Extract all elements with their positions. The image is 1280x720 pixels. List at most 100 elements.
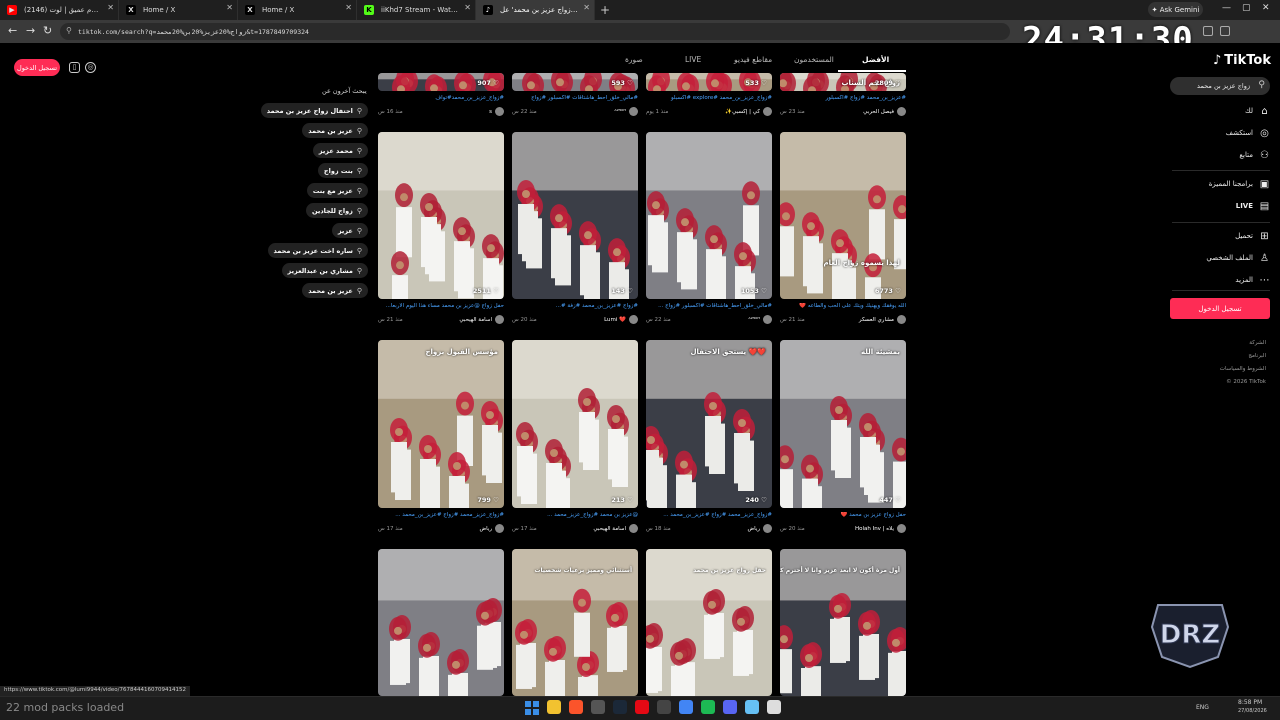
video-thumbnail[interactable]: 213 ♡	[512, 340, 638, 508]
video-thumbnail[interactable]: حفل زواج عزيز بن محمد	[646, 549, 772, 696]
author[interactable]: رياض	[747, 524, 772, 533]
browser-icon[interactable]	[767, 700, 781, 714]
video-caption[interactable]: حفل زواج عزيز بن محمد ❤️	[780, 512, 907, 518]
obs-icon[interactable]	[591, 700, 605, 714]
phone-icon[interactable]: ▯	[69, 62, 80, 73]
nav-item[interactable]: استكشف ◎	[1190, 126, 1270, 140]
close-tab-icon[interactable]: ✕	[583, 3, 590, 12]
browser-tab[interactable]: X Home / X ✕	[119, 0, 238, 20]
extensions-icon[interactable]	[1203, 26, 1213, 36]
author[interactable]: ✨كي | إكسبي	[725, 107, 772, 116]
content-tab[interactable]: مقاطع فيديو	[734, 55, 772, 64]
video-thumbnail[interactable]: 533 ♡	[646, 73, 772, 91]
netflix-icon[interactable]	[635, 700, 649, 714]
author[interactable]: Holah Inv | يلاه	[855, 524, 906, 533]
chrome-icon[interactable]	[679, 700, 693, 714]
author[interactable]: فيصل الحربي	[863, 107, 906, 116]
new-tab-button[interactable]: +	[595, 3, 615, 17]
video-thumbnail[interactable]: 593 ♡	[512, 73, 638, 91]
video-caption[interactable]: #عزيز_بن_محمد #زواج #اكسبلور	[780, 95, 906, 101]
video-thumbnail[interactable]: أستثنائي ومميز برعيات شخصيات	[512, 549, 638, 696]
close-tab-icon[interactable]: ✕	[107, 3, 114, 12]
author[interactable]: Lumi ❤️	[604, 315, 638, 324]
footer-link[interactable]: الشروط والسياسات	[1220, 366, 1266, 372]
author[interactable]: اسامة الهيحبي	[593, 524, 638, 533]
video-caption[interactable]: @عزيز بن محمد #زواج_عزيز_محمد ...	[512, 512, 638, 518]
author[interactable]: اسامة الهيحبي	[459, 315, 504, 324]
related-search-chip[interactable]: ساره اخت عزيز بن محمد ⚲	[267, 243, 368, 258]
video-thumbnail[interactable]: يستحق الاحتفال ❤️❤️ 240 ♡	[646, 340, 772, 508]
lang-indicator[interactable]: ENG	[1196, 704, 1209, 711]
nav-item[interactable]: برامجنا المميزة ▣	[1190, 177, 1270, 191]
close-window-button[interactable]: ✕	[1262, 3, 1270, 13]
login-button-top[interactable]: تسجيل الدخول	[14, 59, 60, 76]
windows-start-icon[interactable]	[525, 700, 539, 715]
video-caption[interactable]: الله يوفقك ويهنيك ويتك على الحب والطاعه …	[780, 303, 906, 309]
video-thumbnail[interactable]: لهذا يسموه زواج العام 6773 ♡	[780, 132, 906, 299]
nav-item[interactable]: LIVE ▤	[1190, 199, 1270, 213]
related-search-chip[interactable]: عزيز مع بنت ⚲	[306, 183, 368, 198]
author[interactable]: ᴬ²⁵⁰ᴴ	[614, 107, 638, 116]
video-thumbnail[interactable]: 1053 ♡	[646, 132, 772, 299]
tiktok-logo[interactable]: ♪ TikTok	[1213, 53, 1271, 68]
video-thumbnail[interactable]: زواج نجم السناب 2809 ♡	[780, 73, 906, 91]
footer-link[interactable]: © 2026 TikTok	[1226, 379, 1266, 385]
spotify-icon[interactable]	[657, 700, 671, 714]
video-caption[interactable]: #زواج #عزيز_بن_محمد #زفة #...	[512, 303, 638, 309]
author[interactable]: ᴬ²⁵⁰ᴴ	[748, 315, 772, 324]
nav-item[interactable]: تحميل ⊞	[1190, 229, 1270, 243]
related-search-chip[interactable]: مشاري بن عبدالعزيز ⚲	[281, 263, 368, 278]
discord-icon[interactable]	[723, 700, 737, 714]
nav-item[interactable]: المزيد ⋯	[1190, 273, 1270, 287]
video-thumbnail[interactable]: أول مرة أكون لا ابعد عزيز وانا لا أحترم …	[780, 549, 906, 696]
video-thumbnail[interactable]: 907 ♡	[378, 73, 504, 91]
url-input[interactable]: ⚲ tiktok.com/search?q=زواج%20عزيز%20بن%20…	[60, 23, 1010, 40]
video-caption[interactable]: حفل زواج @عزيز بن محمد مساء هذا اليوم ال…	[378, 303, 504, 309]
nav-item[interactable]: لك ⌂	[1190, 104, 1270, 118]
spotify-icon[interactable]	[701, 700, 715, 714]
related-search-chip[interactable]: عزيز بن محمد ⚲	[302, 283, 368, 298]
browser-tab[interactable]: KiiKhd7 Stream - Watch Live on K... ✕	[357, 0, 476, 20]
close-tab-icon[interactable]: ✕	[464, 3, 471, 12]
nav-item[interactable]: متابع ⚇	[1190, 148, 1270, 162]
video-thumbnail[interactable]: 143 ♡	[512, 132, 638, 299]
footer-link[interactable]: الشركة	[1249, 340, 1266, 346]
content-tab[interactable]: صورة	[625, 55, 643, 64]
video-caption[interactable]: #زواج_عزيز_محمد #زواج #عزيز_بن_محمد ...	[646, 512, 772, 518]
author[interactable]: رياض	[479, 524, 504, 533]
site-info-icon[interactable]: ⚲	[66, 26, 72, 35]
related-search-chip[interactable]: بنت زواج ⚲	[317, 163, 368, 178]
forward-button[interactable]: →	[26, 24, 35, 37]
video-caption[interactable]: #مالي_خلق_احط_هاشتاقات #اكسبلور #زواج	[512, 95, 638, 101]
author[interactable]: مشاري العسكر	[859, 315, 906, 324]
video-caption[interactable]: #زواج_عزيز_بن_محمد #explore #اكسبلو	[646, 95, 772, 101]
author[interactable]: s	[489, 107, 504, 116]
file-explorer-icon[interactable]	[547, 700, 561, 714]
search-input[interactable]: زواج عزيز بن محمد ⚲	[1170, 77, 1270, 95]
related-search-chip[interactable]: عزيز بن محمد ⚲	[302, 123, 368, 138]
video-caption[interactable]: #مالي_خلق_احط_هاشتاقات #اكسبلور #زواج ..…	[646, 303, 772, 309]
content-tab[interactable]: الأفضل	[862, 55, 889, 64]
video-thumbnail[interactable]: 2511 ♡	[378, 132, 504, 299]
video-caption[interactable]: #زواج_عزيز_محمد #زواج #عزيز_بن_محمد ...	[378, 512, 504, 518]
maximize-button[interactable]: ▢	[1242, 3, 1251, 13]
brave-icon[interactable]	[569, 700, 583, 714]
related-search-chip[interactable]: محمد عزيز ⚲	[312, 143, 368, 158]
video-thumbnail[interactable]: بمشيئة الله 447 ♡	[780, 340, 906, 508]
minimize-button[interactable]: —	[1222, 3, 1231, 13]
related-search-chip[interactable]: عزيز ⚲	[331, 223, 368, 238]
reload-button[interactable]: ↻	[43, 24, 52, 37]
video-thumbnail[interactable]	[378, 549, 504, 696]
browser-tab[interactable]: X Home / X ✕	[238, 0, 357, 20]
video-caption[interactable]: #زواج_عزيز_بن_محمد#تواف	[378, 95, 504, 101]
tray-time[interactable]: 8:58 PM	[1238, 699, 1262, 706]
browser-tab[interactable]: ♪ اعثر على 'زواج عزيز بن محمد' عل... ✕	[476, 0, 595, 20]
content-tab[interactable]: LIVE	[685, 55, 701, 64]
close-tab-icon[interactable]: ✕	[226, 3, 233, 12]
close-tab-icon[interactable]: ✕	[345, 3, 352, 12]
ask-gemini-button[interactable]: ✦ Ask Gemini	[1148, 2, 1203, 17]
sidebar-icon[interactable]	[1220, 26, 1230, 36]
video-thumbnail[interactable]: مؤسس القبول بزواج 799 ♡	[378, 340, 504, 508]
browser-tab[interactable]: ▶ (2146) كيف أنام نوم عميق | لوت... ✕	[0, 0, 119, 20]
footer-link[interactable]: البرنامج	[1248, 353, 1266, 359]
